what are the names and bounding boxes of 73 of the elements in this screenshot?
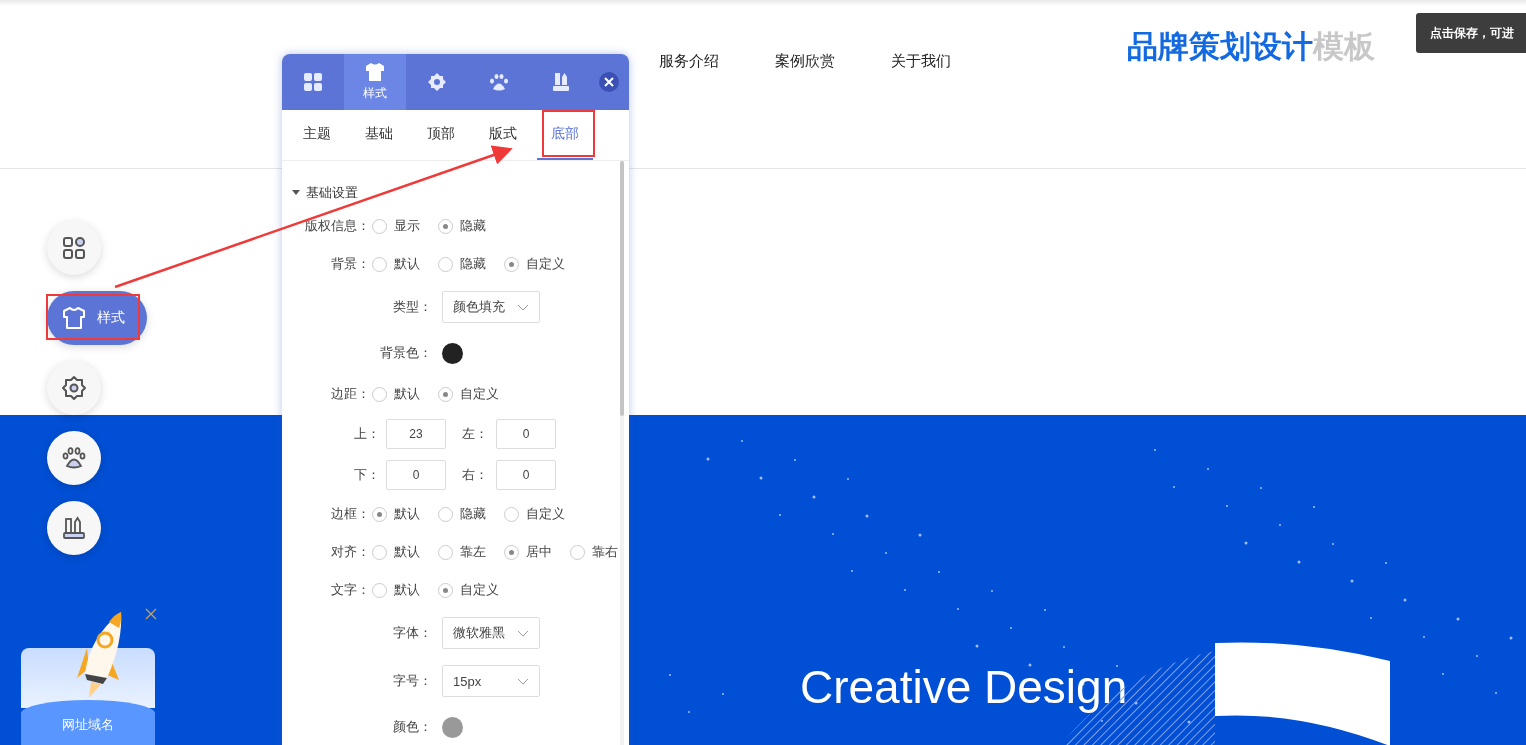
sub-tab[interactable]: 版式 bbox=[475, 110, 531, 160]
field-label: 左： bbox=[461, 424, 488, 443]
gear-icon bbox=[61, 375, 87, 401]
color-swatch[interactable] bbox=[442, 716, 463, 738]
field-label: 边框： bbox=[330, 505, 370, 523]
gear-icon bbox=[427, 72, 447, 92]
input-field[interactable]: 0 bbox=[386, 459, 446, 490]
shirt-icon bbox=[61, 305, 87, 331]
input-field[interactable]: 0 bbox=[496, 459, 556, 490]
radio-option[interactable]: 靠右 bbox=[570, 543, 618, 561]
close-icon bbox=[604, 77, 614, 87]
radio-option[interactable]: 默认 bbox=[372, 255, 420, 273]
radio-option[interactable]: 居中 bbox=[504, 543, 552, 561]
radio-option[interactable]: 默认 bbox=[372, 543, 420, 561]
paw-icon bbox=[61, 445, 87, 471]
dropdown[interactable]: 15px bbox=[442, 665, 540, 697]
radio-option[interactable]: 隐藏 bbox=[438, 255, 486, 273]
field-label: 颜色： bbox=[392, 718, 432, 736]
radio-option[interactable]: 自定义 bbox=[504, 505, 565, 523]
nav-link[interactable]: 案例欣赏 bbox=[775, 52, 835, 71]
sub-tab[interactable]: 底部 bbox=[537, 110, 593, 160]
dropdown[interactable]: 微软雅黑 bbox=[442, 617, 540, 649]
sub-tab[interactable]: 顶部 bbox=[413, 110, 469, 160]
radio-option[interactable]: 自定义 bbox=[438, 581, 499, 599]
radio-option[interactable]: 隐藏 bbox=[438, 505, 486, 523]
field-label: 下： bbox=[353, 465, 380, 484]
nav-link[interactable]: 关于我们 bbox=[891, 52, 951, 71]
field-label: 文字： bbox=[330, 581, 370, 599]
field-label: 上： bbox=[353, 424, 380, 443]
hero-title: Creative Design bbox=[800, 660, 1128, 714]
radio-option[interactable]: 自定义 bbox=[438, 385, 499, 403]
radio-option[interactable]: 默认 bbox=[372, 505, 420, 523]
sub-tab[interactable]: 基础 bbox=[351, 110, 407, 160]
color-swatch[interactable] bbox=[442, 342, 463, 364]
side-tool-button[interactable]: 样式 bbox=[47, 291, 147, 345]
side-tool-button[interactable] bbox=[47, 221, 101, 275]
pens-icon bbox=[551, 72, 571, 92]
paw-icon bbox=[489, 72, 509, 92]
radio-option[interactable]: 默认 bbox=[372, 581, 420, 599]
input-field[interactable]: 23 bbox=[386, 418, 446, 449]
section-header[interactable]: 基础设置 bbox=[282, 179, 382, 207]
close-button[interactable] bbox=[599, 72, 619, 92]
field-label: 字体： bbox=[392, 624, 432, 642]
field-label: 右： bbox=[461, 465, 488, 484]
field-label: 对齐： bbox=[330, 543, 370, 561]
chevron-down-icon bbox=[517, 303, 529, 311]
radio-option[interactable]: 隐藏 bbox=[438, 217, 486, 235]
input-field[interactable]: 0 bbox=[496, 418, 556, 449]
highlight-frame bbox=[542, 110, 595, 157]
field-label: 背景色： bbox=[379, 344, 432, 362]
field-label: 字号： bbox=[392, 672, 432, 690]
field-label: 版权信息： bbox=[304, 217, 370, 235]
grid-icon bbox=[61, 235, 87, 261]
field-label: 类型： bbox=[392, 298, 432, 316]
radio-option[interactable]: 自定义 bbox=[504, 255, 565, 273]
chevron-down-icon bbox=[517, 677, 529, 685]
promo-text: 网址域名 bbox=[62, 716, 114, 734]
grid-icon bbox=[303, 72, 323, 92]
pens-icon bbox=[61, 515, 87, 541]
caret-icon bbox=[292, 190, 300, 196]
shirt-icon bbox=[365, 62, 385, 82]
field-label: 边距： bbox=[330, 385, 370, 403]
dropdown[interactable]: 颜色填充 bbox=[442, 291, 540, 323]
field-label: 背景： bbox=[330, 255, 370, 273]
side-tool-button[interactable] bbox=[47, 361, 101, 415]
radio-option[interactable]: 默认 bbox=[372, 385, 420, 403]
radio-option[interactable]: 显示 bbox=[372, 217, 420, 235]
sub-tab[interactable]: 主题 bbox=[289, 110, 345, 160]
nav-link[interactable]: 服务介绍 bbox=[659, 52, 719, 71]
chevron-down-icon bbox=[517, 629, 529, 637]
radio-option[interactable]: 靠左 bbox=[438, 543, 486, 561]
save-toast: 点击保存，可进 bbox=[1416, 13, 1526, 53]
close-icon[interactable] bbox=[145, 608, 157, 620]
